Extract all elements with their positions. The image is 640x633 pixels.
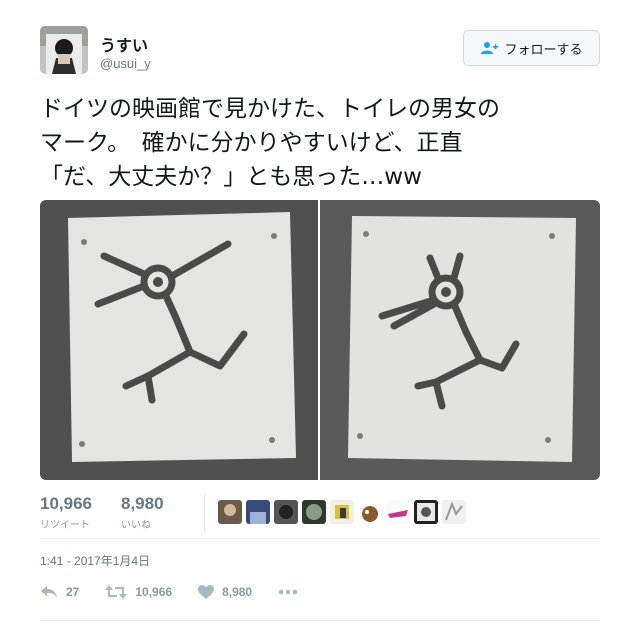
like-label: いいね [121, 520, 151, 531]
like-count: 8,980 [121, 494, 164, 513]
liker-avatar[interactable] [274, 500, 298, 524]
photo-female-sign[interactable] [320, 200, 600, 480]
retweet-icon [105, 584, 128, 600]
reply-count: 27 [66, 585, 80, 599]
liker-avatar[interactable] [358, 500, 382, 524]
tweet-timestamp[interactable]: 1:41 - 2017年1月4日 [40, 552, 150, 569]
liker-avatar[interactable] [302, 500, 326, 524]
tweet-text: ドイツの映画館で見かけた、トイレの男女の マーク。 確かに分かりやすいけど、正直… [40, 96, 500, 190]
tweet-header: うすい @usui_y フォローする [40, 26, 600, 82]
retweet-button[interactable]: 10,966 [105, 584, 172, 600]
liker-avatar[interactable] [442, 500, 466, 524]
display-name[interactable]: うすい [100, 32, 148, 56]
retweet-count: 10,966 [40, 494, 92, 513]
tweet-stats: 10,966 リツイート 8,980 いいね [40, 494, 600, 544]
retweet-action-count: 10,966 [135, 585, 173, 599]
like-button[interactable]: 8,980 [198, 584, 253, 600]
like-stat[interactable]: 8,980 いいね [121, 494, 164, 531]
retweet-stat[interactable]: 10,966 リツイート [40, 494, 92, 531]
retweet-label: リツイート [40, 520, 90, 531]
liker-avatar[interactable] [330, 500, 354, 524]
stat-divider [204, 494, 205, 534]
divider [40, 620, 600, 621]
divider [40, 538, 600, 539]
like-action-count: 8,980 [222, 585, 253, 599]
tweet-media[interactable] [40, 200, 600, 480]
more-button[interactable] [278, 589, 298, 595]
liker-avatar[interactable] [414, 500, 438, 524]
screen-name[interactable]: @usui_y [100, 56, 151, 71]
reply-icon [40, 584, 58, 600]
liker-avatars [218, 500, 466, 524]
reply-button[interactable]: 27 [40, 584, 79, 600]
more-icon [278, 589, 298, 595]
add-user-icon [480, 41, 499, 55]
follow-button[interactable]: フォローする [463, 30, 600, 66]
liker-avatar[interactable] [246, 500, 270, 524]
liker-avatar[interactable] [386, 500, 410, 524]
avatar[interactable] [40, 26, 88, 74]
photo-male-sign[interactable] [40, 200, 318, 480]
tweet-actions: 27 10,966 8,980 [40, 580, 600, 604]
follow-button-label: フォローする [504, 42, 583, 58]
heart-icon [198, 584, 215, 600]
liker-avatar[interactable] [218, 500, 242, 524]
